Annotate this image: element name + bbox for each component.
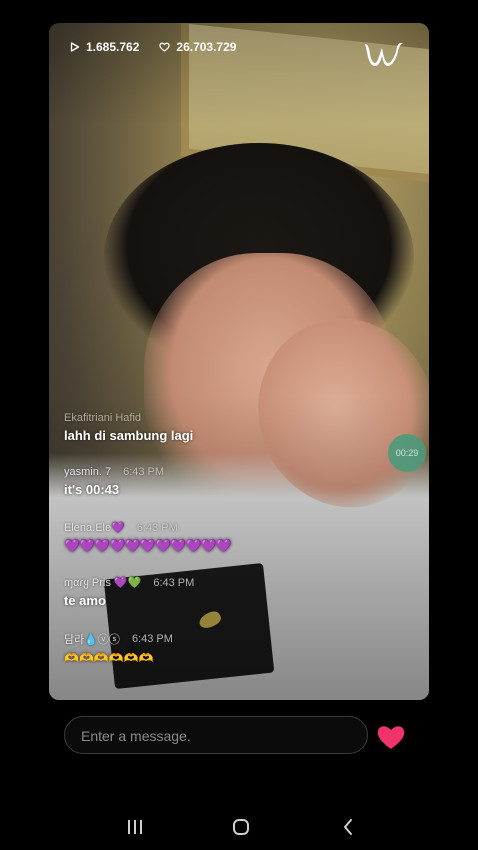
like-count: 26.703.729 [176, 40, 237, 54]
heart-outline-icon [159, 42, 171, 52]
chat-message: Elena.Ele💜 6:43 PM 💜💜💜💜💜💜💜💜💜💜💜 [64, 521, 232, 554]
chat-username: Elena.Ele💜 6:43 PM [64, 521, 178, 535]
chat-time: 6:43 PM [153, 576, 195, 589]
live-stats: 1.685.762 26.703.729 [70, 40, 236, 54]
chat-message: Ekafitriani Hafid lahh di sambung lagi [64, 412, 193, 443]
play-icon [70, 42, 80, 52]
play-count: 1.685.762 [86, 40, 140, 54]
chat-time: 6:43 PM [136, 521, 178, 534]
back-icon[interactable] [341, 818, 355, 836]
chat-username: ɱαɾყ Pris 💜💚 6:43 PM [64, 576, 195, 590]
chat-text: it's 00:43 [64, 482, 120, 497]
chat-text: te amo [64, 593, 106, 608]
chat-username: yasmin. 7 6:43 PM [64, 466, 165, 478]
chat-text: 🫶🫶🫶🫶🫶🫶 [64, 651, 154, 665]
chat-message: 담라💧ⓥⓢ 6:43 PM 🫶🫶🫶🫶🫶🫶 [64, 631, 173, 665]
countdown-badge: 00:29 [388, 434, 426, 472]
chat-text: 💜💜💜💜💜💜💜💜💜💜💜 [64, 538, 232, 553]
recents-icon[interactable] [126, 819, 144, 835]
weverse-logo-icon[interactable] [362, 38, 406, 68]
home-icon[interactable] [232, 818, 250, 836]
chat-username: 담라💧ⓥⓢ 6:43 PM [64, 633, 173, 646]
chat-message: ɱαɾყ Pris 💜💚 6:43 PM te amo [64, 576, 195, 609]
message-input[interactable] [79, 717, 353, 755]
message-input-container[interactable] [64, 716, 368, 755]
chat-text: lahh di sambung lagi [64, 428, 194, 443]
chat-time: 6:43 PM [131, 633, 173, 645]
heart-icon[interactable] [376, 723, 406, 751]
chat-username: Ekafitriani Hafid [64, 412, 142, 424]
chat-message: yasmin. 7 6:43 PM it's 00:43 [64, 466, 164, 497]
chat-time: 6:43 PM [123, 466, 165, 478]
